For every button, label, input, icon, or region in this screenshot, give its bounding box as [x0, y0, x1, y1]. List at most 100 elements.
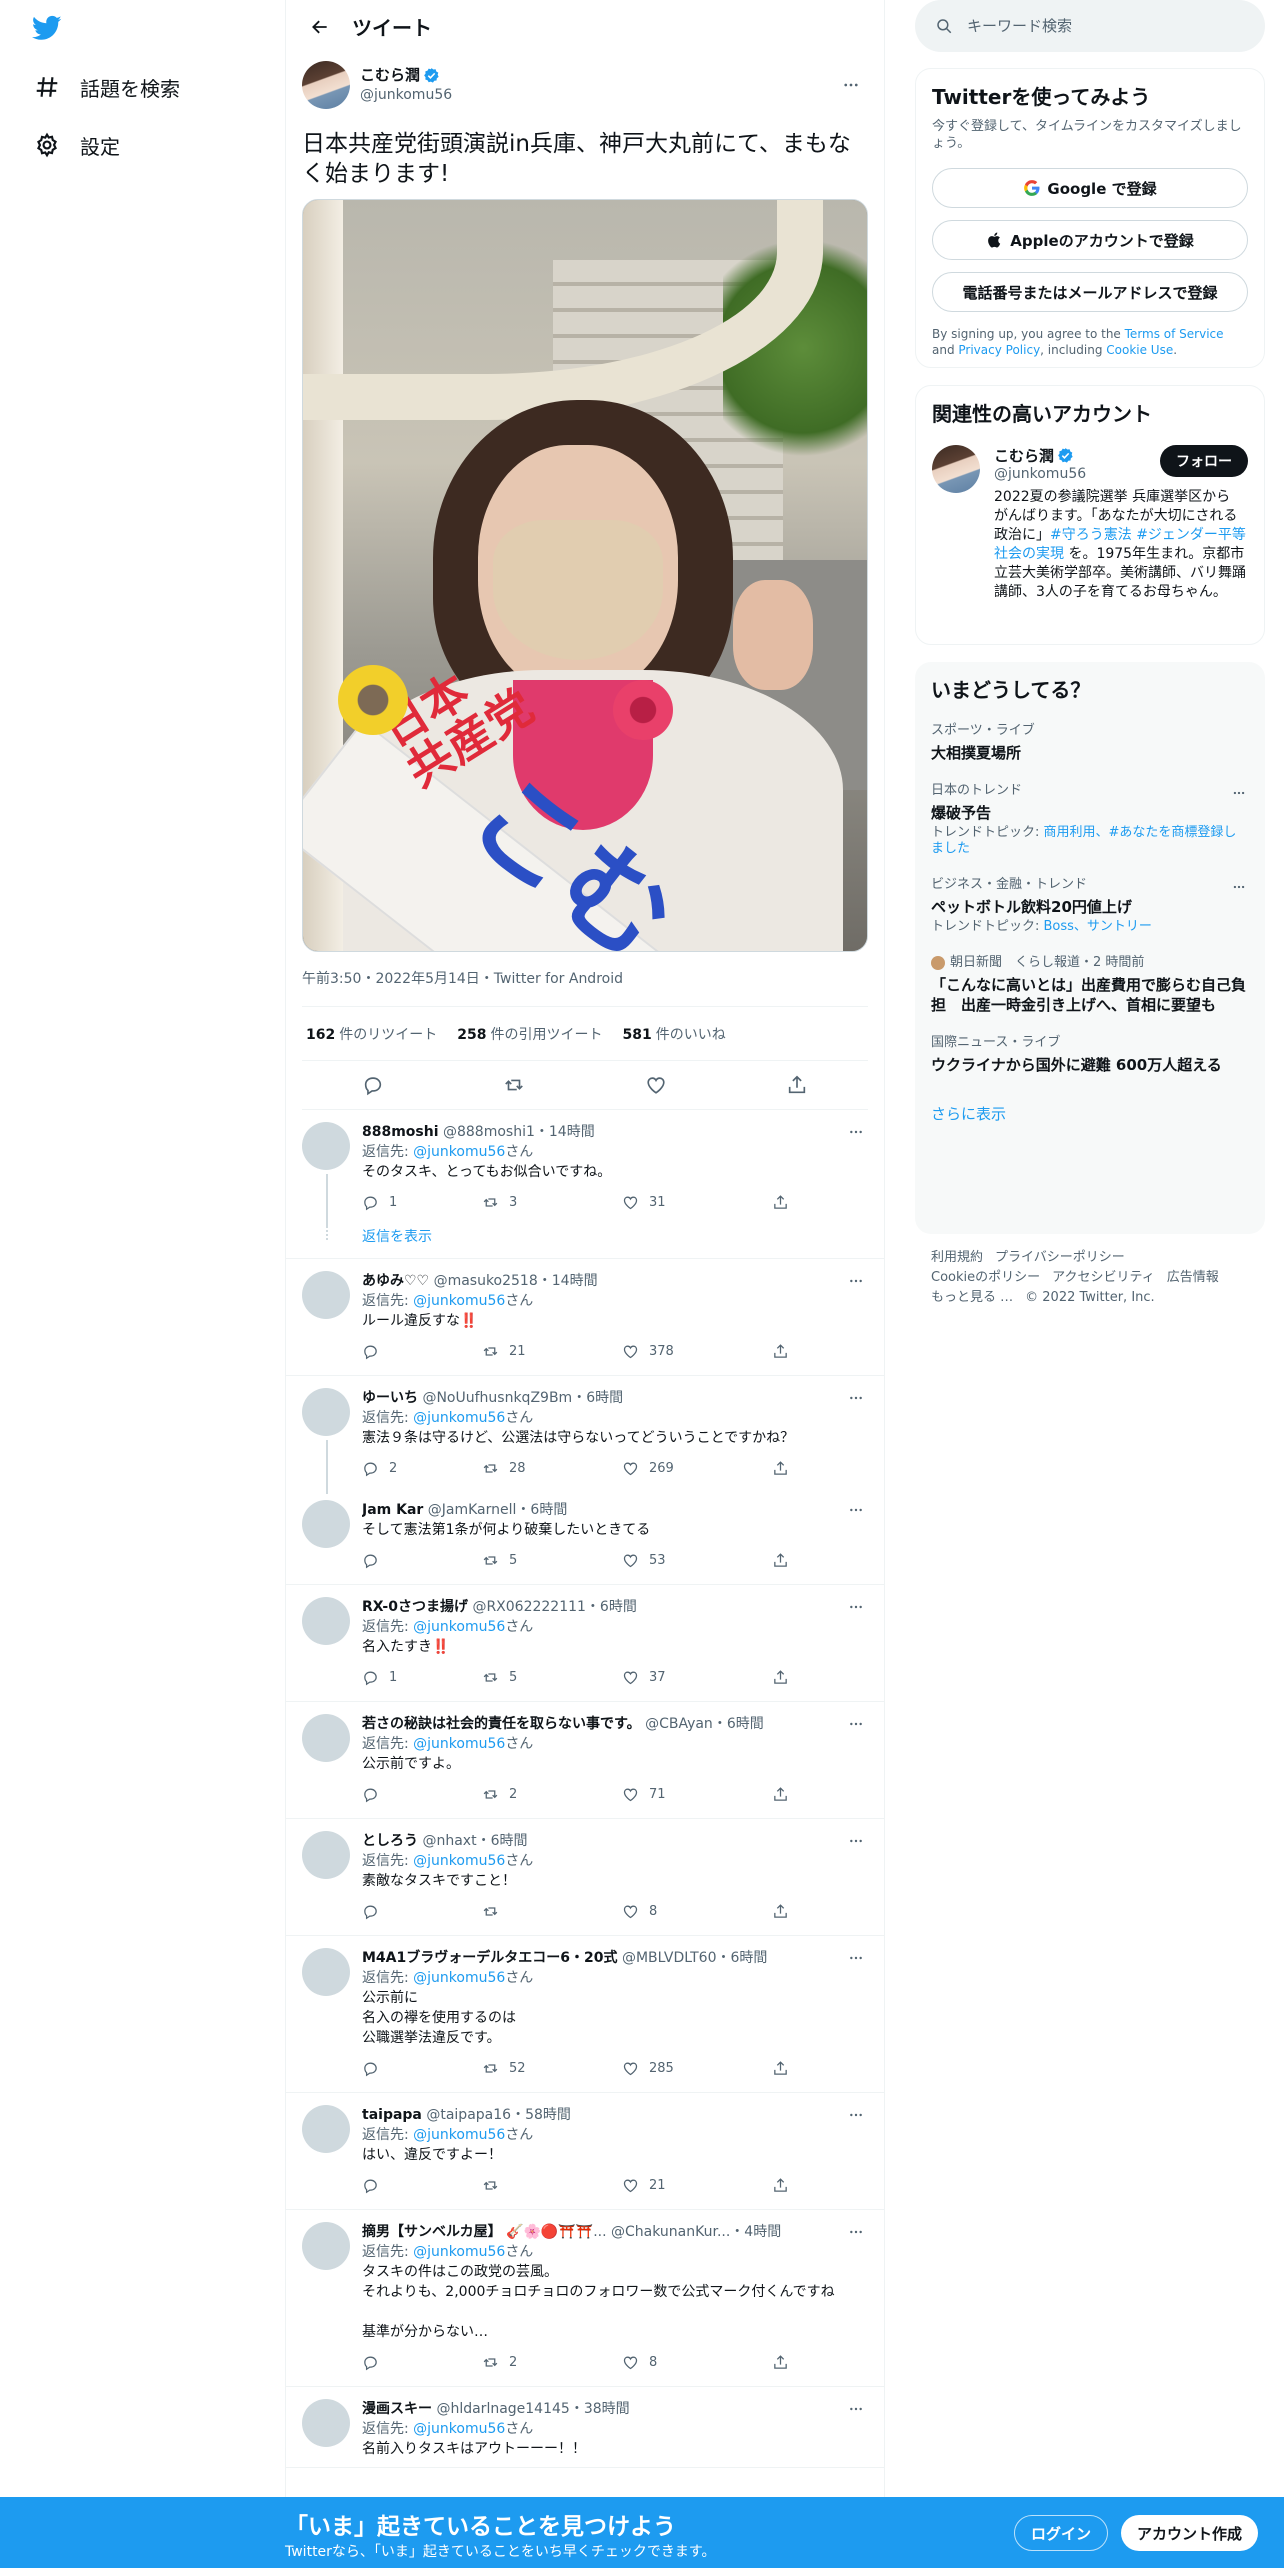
footer-link[interactable]: Cookieのポリシー	[931, 1270, 1040, 1285]
reply-author-name[interactable]: ゆーいち	[362, 1390, 418, 1406]
privacy-link[interactable]: Privacy Policy	[958, 343, 1040, 357]
reply-more-button[interactable]	[844, 2103, 868, 2127]
share-button[interactable]	[772, 1786, 802, 1803]
avatar[interactable]	[302, 1714, 350, 1762]
reply-handle[interactable]: @ChakunanKur...	[611, 2224, 730, 2240]
reply-more-button[interactable]	[844, 1498, 868, 1522]
reply-button[interactable]	[362, 1903, 482, 1920]
create-account-button[interactable]: アカウント作成	[1121, 2515, 1259, 2551]
trend-item[interactable]: ビジネス・金融・トレンド ペットボトル飲料20円値上げ トレンドトピック: Boss…	[931, 877, 1249, 935]
phone-email-signup-button[interactable]: 電話番号またはメールアドレスで登録	[932, 272, 1248, 312]
retweet-button[interactable]	[482, 2177, 622, 2194]
footer-link[interactable]: 利用規約	[931, 1250, 983, 1265]
reply-tweet[interactable]: M4A1ブラヴォーデルタエコー6・20式 @MBLVDLT60・6時間 返信先: …	[286, 1936, 884, 2093]
mention-link[interactable]: @junkomu56	[413, 1736, 505, 1752]
reply-time[interactable]: 6時間	[491, 1833, 528, 1849]
retweet-button[interactable]: 28	[482, 1460, 622, 1477]
reply-handle[interactable]: @masuko2518	[434, 1273, 538, 1289]
reply-author-name[interactable]: M4A1ブラヴォーデルタエコー6・20式	[362, 1950, 617, 1966]
footer-link[interactable]: 広告情報	[1167, 1270, 1219, 1285]
retweet-button[interactable]: 2	[482, 1786, 622, 1803]
reply-handle[interactable]: @NoUufhusnkqZ9Bm	[422, 1390, 572, 1406]
reply-author-name[interactable]: 888moshi	[362, 1124, 439, 1140]
reply-button[interactable]	[362, 1552, 482, 1569]
trend-item[interactable]: 日本のトレンド 爆破予告 トレンドトピック: 商用利用、#あなたを商標登録しました	[931, 783, 1249, 857]
reply-more-button[interactable]	[844, 1829, 868, 1853]
reply-time[interactable]: 6時間	[530, 1502, 567, 1518]
nav-settings[interactable]: 設定	[20, 120, 134, 170]
reply-tweet[interactable]: あゆみ♡♡ @masuko2518・14時間 返信先: @junkomu56さんル…	[286, 1259, 884, 1376]
reply-more-button[interactable]	[844, 1386, 868, 1410]
show-replies-link[interactable]: 返信を表示	[286, 1222, 884, 1259]
avatar[interactable]	[302, 1500, 350, 1548]
mention-link[interactable]: @junkomu56	[413, 2244, 505, 2260]
share-button[interactable]	[772, 2060, 802, 2077]
retweet-button[interactable]	[495, 1066, 533, 1104]
reply-author-name[interactable]: Jam Kar	[362, 1502, 423, 1518]
share-button[interactable]	[778, 1066, 816, 1104]
author-handle[interactable]: @junkomu56	[360, 85, 452, 105]
avatar[interactable]	[302, 1271, 350, 1319]
follow-button[interactable]: フォロー	[1160, 445, 1248, 477]
reply-author-name[interactable]: 漫画スキー	[362, 2401, 432, 2417]
reply-author-name[interactable]: あゆみ♡♡	[362, 1273, 429, 1289]
reply-handle[interactable]: @taipapa16	[426, 2107, 511, 2123]
trend-item[interactable]: 国際ニュース・ライブ ウクライナから国外に避難 600万人超える	[931, 1035, 1249, 1075]
reply-time[interactable]: 4時間	[744, 2224, 781, 2240]
reply-handle[interactable]: @RX062222111	[472, 1599, 585, 1615]
reply-time[interactable]: 14時間	[552, 1273, 598, 1289]
trend-item[interactable]: スポーツ・ライブ 大相撲夏場所	[931, 723, 1249, 763]
retweet-button[interactable]: 21	[482, 1343, 622, 1360]
trend-topic-links[interactable]: Boss、サントリー	[1044, 919, 1152, 934]
reply-handle[interactable]: @nhaxt	[422, 1833, 476, 1849]
reply-button[interactable]	[362, 1786, 482, 1803]
share-button[interactable]	[772, 2354, 802, 2371]
reply-handle[interactable]: @888moshi1	[443, 1124, 535, 1140]
reply-tweet[interactable]: Jam Kar @JamKarnell・6時間 そして憲法第1条が何より破棄したい…	[286, 1488, 884, 1585]
reply-author-name[interactable]: RX-0さつま揚げ	[362, 1599, 468, 1615]
avatar[interactable]	[302, 1831, 350, 1879]
reply-tweet[interactable]: としろう @nhaxt・6時間 返信先: @junkomu56さん 素敵なタスキです…	[286, 1819, 884, 1936]
like-button[interactable]: 37	[622, 1669, 772, 1686]
back-button[interactable]	[302, 9, 338, 45]
bio-hashtag[interactable]: #守ろう憲法	[1050, 527, 1132, 543]
trend-more-button[interactable]	[1229, 877, 1249, 897]
mention-link[interactable]: @junkomu56	[413, 2421, 505, 2437]
retweets-stat[interactable]: 162 件のリツイート	[306, 1024, 437, 1044]
share-button[interactable]	[772, 1552, 802, 1569]
reply-tweet[interactable]: 漫画スキー @hldarlnage14145・38時間 返信先: @junkomu…	[286, 2387, 884, 2468]
reply-button[interactable]	[354, 1066, 392, 1104]
reply-button[interactable]	[362, 1343, 482, 1360]
avatar[interactable]	[302, 2399, 350, 2447]
reply-time[interactable]: 14時間	[549, 1124, 595, 1140]
reply-tweet[interactable]: 888moshi @888moshi1・14時間 返信先: @junkomu56さ…	[286, 1110, 884, 1228]
tweet-timestamp[interactable]: 午前3:50・2022年5月14日・Twitter for Android	[302, 968, 868, 988]
reply-time[interactable]: 6時間	[727, 1716, 764, 1732]
trends-show-more[interactable]: さらに表示	[931, 1103, 1249, 1124]
reply-handle[interactable]: @CBAyan	[645, 1716, 713, 1732]
reply-more-button[interactable]	[844, 1946, 868, 1970]
like-button[interactable]	[637, 1066, 675, 1104]
mention-link[interactable]: @junkomu56	[413, 1853, 505, 1869]
search-input[interactable]	[967, 17, 1227, 35]
likes-stat[interactable]: 581 件のいいね	[622, 1024, 725, 1044]
twitter-logo-icon[interactable]	[30, 13, 64, 43]
mention-link[interactable]: @junkomu56	[413, 2127, 505, 2143]
reply-button[interactable]: 1	[362, 1194, 482, 1211]
reply-button[interactable]	[362, 2177, 482, 2194]
tweet-photo[interactable]: 日本 共産党 こむ	[302, 199, 868, 952]
reply-more-button[interactable]	[844, 2220, 868, 2244]
nav-explore[interactable]: 話題を検索	[20, 62, 194, 112]
reply-tweet[interactable]: RX-0さつま揚げ @RX062222111・6時間 返信先: @junkomu5…	[286, 1585, 884, 1702]
reply-tweet[interactable]: ゆーいち @NoUufhusnkqZ9Bm・6時間 返信先: @junkomu56…	[286, 1376, 884, 1494]
avatar[interactable]	[302, 61, 350, 109]
reply-time[interactable]: 6時間	[730, 1950, 767, 1966]
trend-item[interactable]: 朝日新聞 くらし報道・2 時間前 「こんなに高いとは」出産費用で膨らむ自己負担 出…	[931, 955, 1249, 1015]
like-button[interactable]: 21	[622, 2177, 772, 2194]
avatar[interactable]	[302, 2105, 350, 2153]
mention-link[interactable]: @junkomu56	[413, 1410, 505, 1426]
avatar[interactable]	[302, 2222, 350, 2270]
quotes-stat[interactable]: 258 件の引用ツイート	[457, 1024, 602, 1044]
reply-author-name[interactable]: 若さの秘訣は社会的責任を取らない事です。	[362, 1716, 641, 1732]
author-name[interactable]: こむら潤	[360, 65, 420, 85]
